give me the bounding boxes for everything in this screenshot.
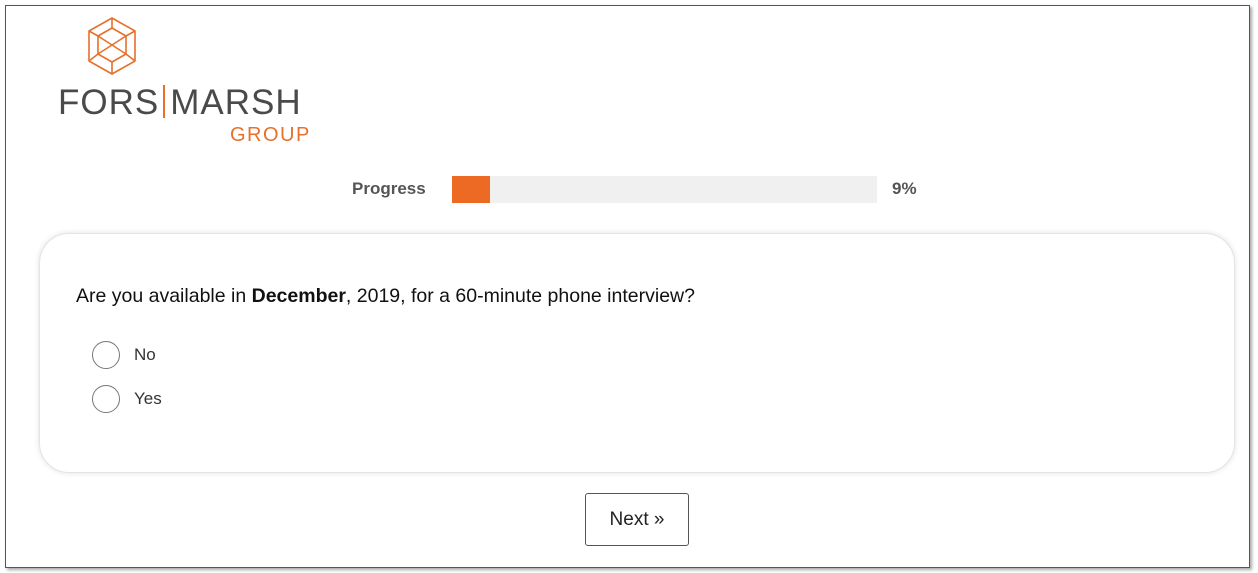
survey-page: FORS MARSH GROUP Progress 9% Are you avai… xyxy=(5,5,1250,568)
question-text-start: Are you available in xyxy=(76,285,252,307)
choice-yes-label[interactable]: Yes xyxy=(134,389,162,409)
logo-separator xyxy=(163,85,166,118)
radio-no[interactable] xyxy=(92,341,120,369)
question-text: Are you available in December, 2019, for… xyxy=(76,285,695,308)
radio-yes[interactable] xyxy=(92,385,120,413)
progress-value: 9% xyxy=(892,179,917,198)
question-text-emphasis: December xyxy=(251,285,346,307)
question-card: Are you available in December, 2019, for… xyxy=(39,233,1235,473)
cube-icon xyxy=(88,17,136,75)
logo-subtitle: GROUP xyxy=(230,124,311,146)
logo-name-right: MARSH xyxy=(170,83,302,122)
next-button[interactable]: Next » xyxy=(585,493,689,546)
choice-no[interactable]: No xyxy=(92,339,156,371)
logo-wordmark: FORS MARSH xyxy=(58,83,302,123)
choice-yes[interactable]: Yes xyxy=(92,383,162,415)
logo-name-left: FORS xyxy=(58,83,160,122)
progress-bar xyxy=(452,176,877,203)
question-text-end: , 2019, for a 60-minute phone interview? xyxy=(345,285,695,307)
progress-bar-fill xyxy=(452,176,491,203)
choice-no-label[interactable]: No xyxy=(134,345,156,365)
fors-marsh-logo: FORS MARSH GROUP xyxy=(58,16,328,146)
progress-label: Progress xyxy=(352,179,426,198)
